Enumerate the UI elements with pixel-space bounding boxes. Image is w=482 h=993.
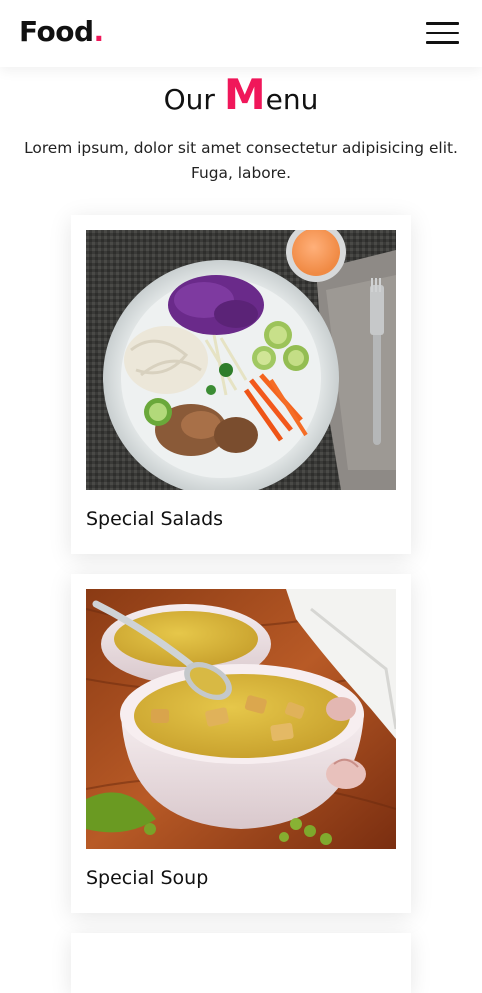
hamburger-bar — [426, 22, 459, 25]
hamburger-menu-button[interactable] — [426, 22, 459, 44]
menu-card-next[interactable] — [71, 933, 411, 993]
title-highlight-letter: M — [223, 70, 266, 119]
logo-text: Food — [19, 15, 94, 48]
logo-dot: . — [93, 15, 105, 48]
section-description: Lorem ipsum, dolor sit amet consectetur … — [24, 139, 458, 182]
menu-card-salads[interactable]: Special Salads — [71, 215, 411, 554]
logo[interactable]: Food. — [19, 13, 104, 51]
soup-image — [86, 589, 396, 849]
section-title: Our Menu — [0, 70, 482, 119]
title-prefix: Our — [163, 83, 224, 116]
menu-item-name: Special Salads — [86, 508, 224, 530]
site-header: Food. — [0, 0, 482, 67]
menu-item-name: Special Soup — [86, 867, 209, 889]
menu-card-soup[interactable]: Special Soup — [71, 574, 411, 913]
hamburger-bar — [426, 31, 459, 34]
hamburger-bar — [426, 41, 459, 44]
salad-image — [86, 230, 396, 490]
title-suffix: enu — [265, 83, 319, 116]
